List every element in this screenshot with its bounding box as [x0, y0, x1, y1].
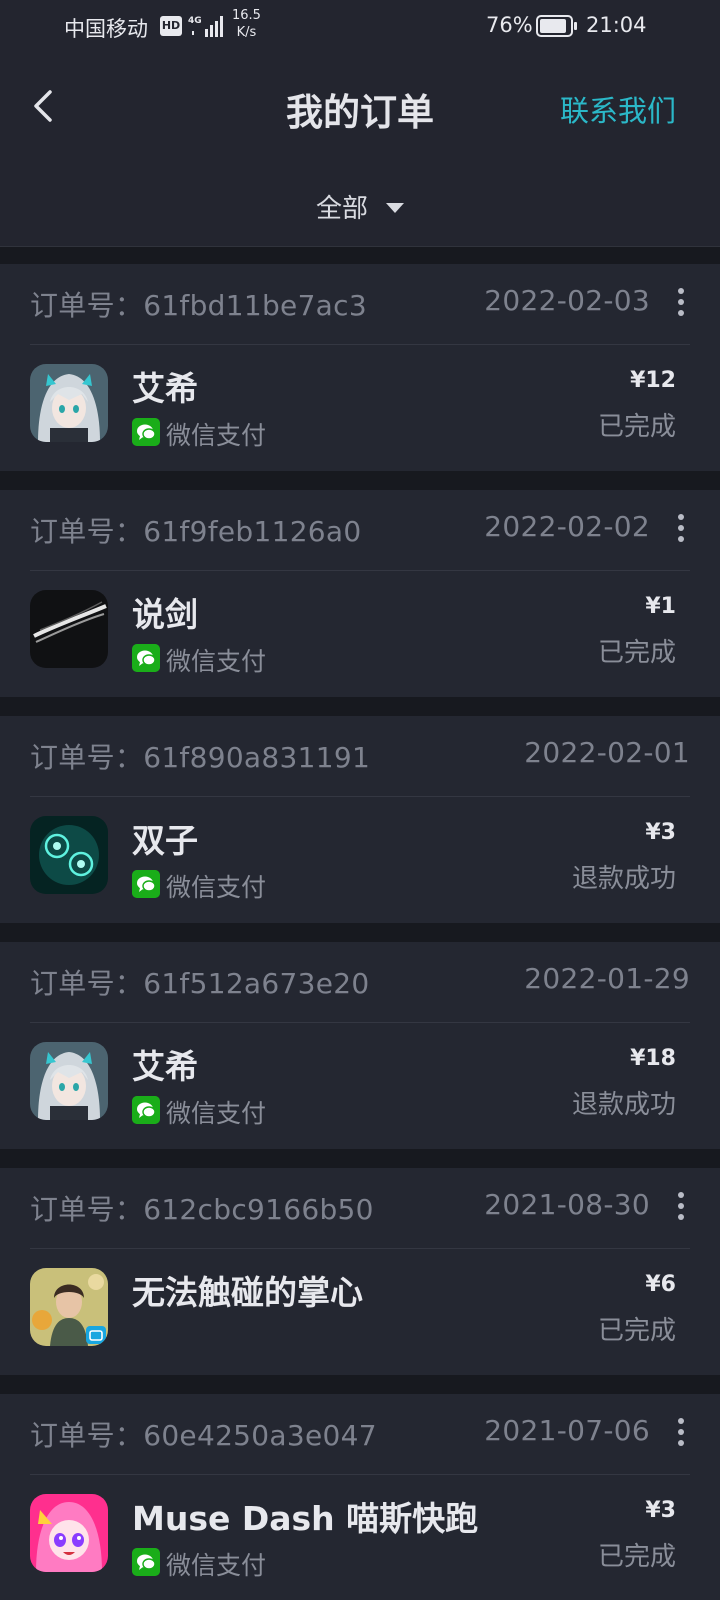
order-filter-dropdown[interactable]: 全部 [0, 188, 720, 225]
hd-badge: HD [160, 16, 182, 36]
order-header: 订单号：612cbc9166b50 2021-08-30 [30, 1168, 690, 1249]
game-icon-wufachupeng [30, 1268, 108, 1346]
payment-label: 微信支付 [166, 873, 267, 902]
more-options-icon[interactable] [674, 1418, 688, 1448]
order-number-label: 订单号： [30, 967, 144, 1000]
order-card[interactable]: 订单号：61f9feb1126a0 2022-02-02 说剑 微信支付 ¥1 … [0, 490, 720, 697]
order-header: 订单号：61f9feb1126a0 2022-02-02 [30, 490, 690, 571]
game-name: 艾希 [132, 1047, 198, 1086]
svg-text:4G: 4G [188, 16, 202, 26]
order-price: ¥3 [645, 1498, 676, 1523]
orders-screen: 中国移动 HD 4G 16.5 K/s 76% 21:04 我的订单 联系我们 [0, 0, 720, 1600]
order-status: 已完成 [597, 412, 676, 442]
game-name: Muse Dash 喵斯快跑 [132, 1499, 479, 1538]
game-name: 双子 [132, 821, 198, 860]
wechat-pay-icon [132, 1096, 160, 1124]
order-header: 订单号：60e4250a3e047 2021-07-06 [30, 1394, 690, 1475]
battery-percent: 76% [486, 13, 533, 37]
order-date: 2022-02-02 [484, 510, 650, 543]
order-header: 订单号：61f512a673e20 2022-01-29 [30, 942, 690, 1023]
order-date: 2022-02-01 [524, 736, 690, 769]
order-status: 退款成功 [571, 864, 676, 894]
game-name: 无法触碰的掌心 [132, 1273, 363, 1312]
clock: 21:04 [586, 13, 647, 37]
wechat-pay-icon [132, 870, 160, 898]
order-number: 订单号：61fbd11be7ac3 [30, 284, 367, 324]
order-date: 2021-07-06 [484, 1414, 650, 1447]
order-number-label: 订单号： [30, 741, 144, 774]
order-list: 订单号：61fbd11be7ac3 2022-02-03 艾希 微信支付 ¥12… [0, 264, 720, 1600]
game-icon-shuojian [30, 590, 108, 668]
wechat-pay-icon [132, 418, 160, 446]
order-card[interactable]: 订单号：61fbd11be7ac3 2022-02-03 艾希 微信支付 ¥12… [0, 264, 720, 471]
order-card[interactable]: 订单号：61f890a831191 2022-02-01 双子 微信支付 ¥3 [0, 716, 720, 923]
order-number-label: 订单号： [30, 515, 144, 548]
order-card[interactable]: 订单号：61f512a673e20 2022-01-29 艾希 微信支付 ¥18… [0, 942, 720, 1149]
more-options-icon[interactable] [674, 1192, 688, 1222]
game-icon-aixi [30, 364, 108, 442]
order-date: 2022-01-29 [524, 962, 690, 995]
order-status: 已完成 [597, 1316, 676, 1346]
order-header: 订单号：61fbd11be7ac3 2022-02-03 [30, 264, 690, 345]
order-number: 订单号：612cbc9166b50 [30, 1188, 374, 1228]
contact-us-link[interactable]: 联系我们 [560, 88, 676, 130]
order-number-value: 61f512a673e20 [143, 967, 370, 1000]
order-number-value: 612cbc9166b50 [143, 1193, 374, 1226]
order-status: 退款成功 [571, 1090, 676, 1120]
wechat-pay-icon [132, 644, 160, 672]
order-number-value: 61fbd11be7ac3 [143, 289, 367, 322]
order-card[interactable]: 订单号：60e4250a3e047 2021-07-06 Muse Dash 喵… [0, 1394, 720, 1600]
order-status: 已完成 [597, 1542, 676, 1572]
caret-down-icon [386, 202, 404, 213]
order-price: ¥1 [645, 594, 676, 619]
more-options-icon[interactable] [674, 514, 688, 544]
order-card[interactable]: 订单号：612cbc9166b50 2021-08-30 无法触碰的掌心 ¥6 [0, 1168, 720, 1375]
more-options-icon[interactable] [674, 288, 688, 318]
game-name: 说剑 [132, 595, 198, 634]
order-number-label: 订单号： [30, 1193, 144, 1226]
network-speed-value: 16.5 [232, 8, 261, 23]
order-price: ¥12 [630, 368, 676, 393]
carrier-name: 中国移动 [64, 17, 148, 41]
order-price: ¥3 [645, 820, 676, 845]
order-number: 订单号：60e4250a3e047 [30, 1414, 377, 1454]
network-speed: 16.5 K/s [232, 7, 261, 41]
battery-icon [536, 15, 577, 37]
order-number-value: 60e4250a3e047 [143, 1419, 377, 1452]
payment-label: 微信支付 [166, 647, 267, 676]
wechat-pay-icon [132, 1548, 160, 1576]
order-number-label: 订单号： [30, 1419, 144, 1452]
order-status: 已完成 [597, 638, 676, 668]
order-number-label: 订单号： [30, 289, 144, 322]
status-bar: 中国移动 HD 4G 16.5 K/s 76% 21:04 [0, 0, 720, 56]
filter-label: 全部 [315, 194, 368, 224]
game-icon-aixi [30, 1042, 108, 1120]
payment-label: 微信支付 [166, 1099, 267, 1128]
order-number-value: 61f9feb1126a0 [143, 515, 362, 548]
payment-label: 微信支付 [166, 1551, 267, 1580]
signal-icon: 4G [188, 16, 223, 37]
game-icon-shuangzi [30, 816, 108, 894]
order-number: 订单号：61f890a831191 [30, 736, 370, 776]
order-number: 订单号：61f512a673e20 [30, 962, 370, 1002]
page-header: 我的订单 联系我们 全部 [0, 56, 720, 247]
game-name: 艾希 [132, 369, 198, 408]
game-icon-muse-dash [30, 1494, 108, 1572]
network-speed-unit: K/s [236, 25, 257, 40]
payment-label: 微信支付 [166, 421, 267, 450]
order-date: 2022-02-03 [484, 284, 650, 317]
order-price: ¥18 [630, 1046, 676, 1071]
order-number-value: 61f890a831191 [143, 741, 371, 774]
order-header: 订单号：61f890a831191 2022-02-01 [30, 716, 690, 797]
order-number: 订单号：61f9feb1126a0 [30, 510, 362, 550]
order-price: ¥6 [645, 1272, 676, 1297]
order-date: 2021-08-30 [484, 1188, 650, 1221]
